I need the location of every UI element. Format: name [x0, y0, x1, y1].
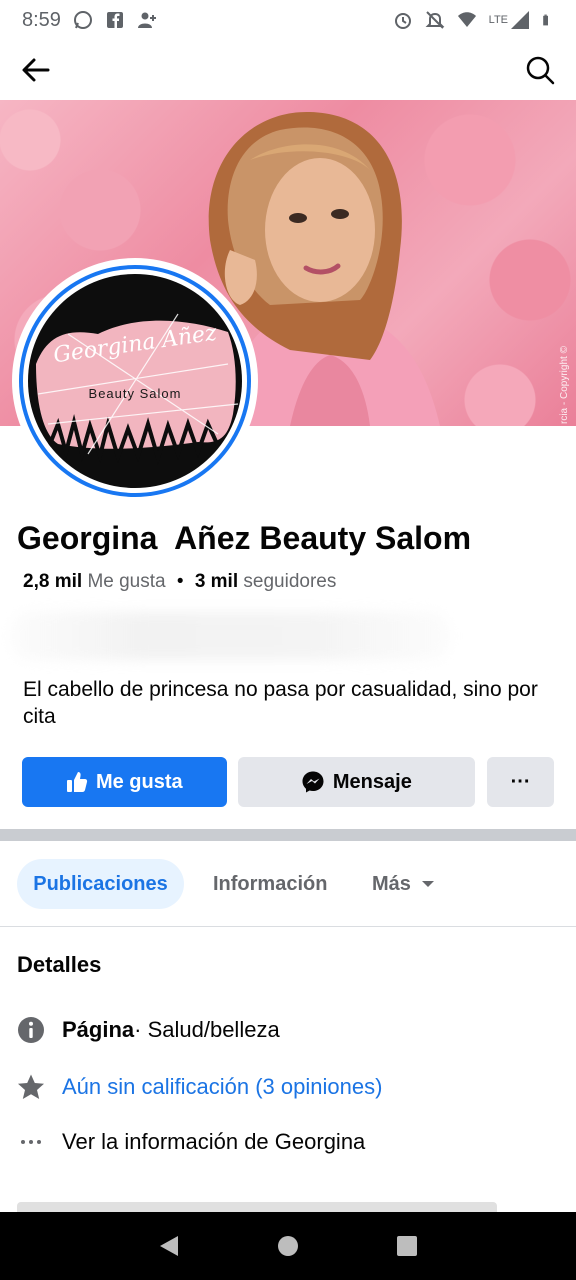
info-icon	[17, 1016, 45, 1044]
likes-label: Me gusta	[87, 571, 166, 592]
page-title: Georgina Añez Beauty Salom	[17, 520, 472, 556]
logo-subtitle: Beauty Salom	[88, 386, 182, 401]
followers-count: 3 mil	[194, 571, 239, 592]
section-divider	[0, 829, 576, 841]
status-time: 8:59	[22, 8, 61, 31]
search-icon	[526, 56, 555, 85]
back-triangle-icon[interactable]	[158, 1234, 180, 1258]
logo-brush-graphic	[36, 313, 239, 465]
like-button-label: Me gusta	[95, 770, 183, 793]
top-nav	[0, 40, 576, 100]
tab-info[interactable]: Información	[213, 859, 327, 909]
more-options-button[interactable]: ···	[487, 757, 554, 807]
facebook-icon	[106, 12, 123, 28]
see-info-label: Ver la información de Georgina	[62, 1129, 366, 1154]
cover-watermark: rcia - Copyright ©	[559, 346, 570, 424]
more-dots-icon: ···	[510, 770, 531, 793]
status-bar: 8:59 LTE	[0, 0, 576, 40]
detail-rating[interactable]: Aún sin calificación (3 opiniones)	[17, 1073, 382, 1101]
next-section-heading-partial	[17, 1202, 497, 1212]
status-left: 8:59	[22, 9, 157, 32]
tab-posts-label: Publicaciones	[33, 872, 168, 895]
detail-page-category: Página · Salud/belleza	[17, 1016, 280, 1044]
followers-label: seguidores	[243, 571, 337, 592]
mute-icon	[425, 11, 445, 29]
ellipsis-icon	[17, 1128, 45, 1156]
star-icon	[17, 1073, 45, 1101]
details-heading: Detalles	[17, 952, 102, 977]
page-bio: El cabello de princesa no pasa por casua…	[23, 678, 538, 728]
recents-square-icon[interactable]	[396, 1235, 418, 1257]
page-label: Página	[62, 1017, 135, 1042]
tab-info-label: Información	[213, 872, 328, 895]
caret-down-icon	[421, 881, 434, 887]
search-button[interactable]	[520, 50, 560, 90]
arrow-left-icon	[22, 58, 50, 82]
whatsapp-icon	[73, 11, 92, 29]
stats-separator: •	[176, 571, 184, 592]
android-nav-bar	[0, 1212, 576, 1280]
next-section-cutoff	[17, 1198, 557, 1212]
signal-icon	[511, 11, 529, 29]
network-label: LTE	[488, 14, 508, 26]
wifi-icon	[457, 12, 476, 27]
likes-count: 2,8 mil	[23, 571, 83, 592]
page-category: · Salud/belleza	[134, 1017, 280, 1042]
page-tabs: Publicaciones Información Más	[0, 841, 576, 927]
tab-posts[interactable]: Publicaciones	[17, 859, 184, 909]
home-circle-icon[interactable]	[277, 1235, 299, 1257]
messenger-icon	[302, 771, 324, 793]
add-person-icon	[137, 12, 156, 28]
status-right: LTE	[393, 10, 554, 30]
profile-story-ring: Georgina Añez Beauty Salom	[19, 265, 251, 497]
battery-icon	[543, 14, 548, 26]
page-stats: 2,8 mil Me gusta • 3 mil seguidores	[23, 571, 336, 593]
tab-more[interactable]: Más	[372, 859, 435, 909]
blurred-content	[10, 612, 450, 660]
like-button[interactable]: Me gusta	[22, 757, 227, 807]
rating-link[interactable]: Aún sin calificación (3 opiniones)	[62, 1074, 382, 1100]
detail-see-info[interactable]: Ver la información de Georgina	[17, 1128, 365, 1156]
message-button-label: Mensaje	[332, 770, 412, 793]
action-buttons: Me gusta Mensaje ···	[22, 757, 554, 807]
profile-inner-border: Georgina Añez Beauty Salom	[23, 269, 247, 493]
tab-more-label: Más	[372, 872, 411, 895]
profile-picture[interactable]: Georgina Añez Beauty Salom	[12, 258, 258, 504]
alarm-icon	[394, 13, 411, 29]
back-button[interactable]	[16, 50, 56, 90]
profile-logo: Georgina Añez Beauty Salom	[28, 274, 242, 488]
message-button[interactable]: Mensaje	[237, 757, 476, 807]
thumbs-up-icon	[66, 772, 88, 792]
